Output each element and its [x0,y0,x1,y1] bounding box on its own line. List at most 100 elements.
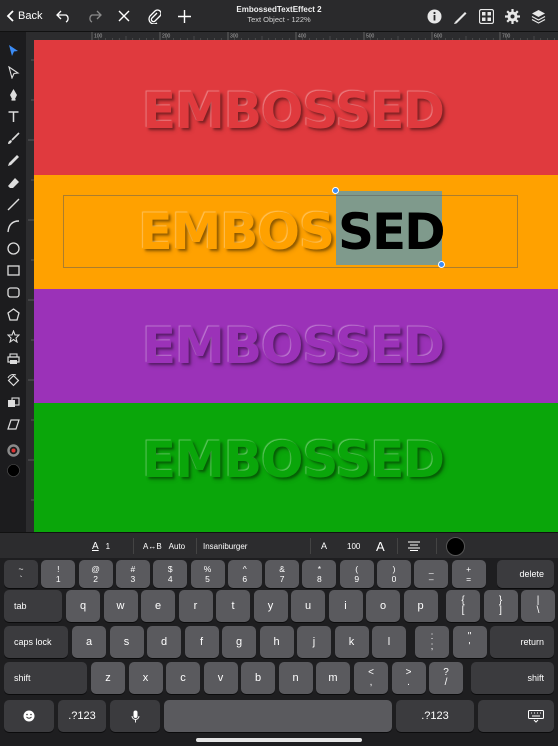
rounded-rectangle-icon[interactable] [5,284,21,300]
undo-icon[interactable] [56,8,72,24]
key-x[interactable]: x [128,662,163,694]
grid-icon[interactable] [478,8,494,24]
key-9[interactable]: (9 [339,560,374,588]
key-,[interactable]: <, [354,662,388,694]
star-icon[interactable] [5,328,21,344]
gear-icon[interactable] [504,8,520,24]
font-size-field[interactable]: 100 [347,533,360,559]
plus-icon[interactable] [176,8,192,24]
ellipse-icon[interactable] [5,240,21,256]
caps-lock-key[interactable]: caps lock [4,626,68,658]
key-m[interactable]: m [316,662,350,694]
key-v[interactable]: v [203,662,238,694]
key-`[interactable]: ~ ` [4,560,38,588]
key-.[interactable]: >. [391,662,426,694]
layers-icon[interactable] [530,8,546,24]
key-;[interactable]: :; [415,626,449,658]
key-b[interactable]: b [241,662,275,694]
delete-key[interactable]: delete [497,560,554,588]
numbers-key-left[interactable]: .?123 [58,700,106,732]
key-e[interactable]: e [141,590,175,622]
key-f[interactable]: f [184,626,219,658]
key-'[interactable]: " ' [452,626,487,658]
key-y[interactable]: y [253,590,288,622]
key-8[interactable]: * 8 [302,560,337,588]
key-w[interactable]: w [103,590,138,622]
key-g[interactable]: g [222,626,256,658]
key-4[interactable]: $4 [153,560,188,588]
canvas-band-orange[interactable]: EMBOS SED [34,175,558,289]
key-7[interactable]: & 7 [265,560,300,588]
alignment-button[interactable] [407,533,421,559]
canvas-band-purple[interactable]: EMBOSSED [34,289,558,403]
skew-icon[interactable] [5,416,21,432]
key-l[interactable]: l [372,626,406,658]
key-[[interactable]: {[ [446,590,480,622]
line-icon[interactable] [5,196,21,212]
select-arrow-icon[interactable] [5,42,21,58]
increase-font-size-button[interactable]: A [376,533,385,559]
canvas-band-green[interactable]: EMBOSSED [34,403,558,532]
key-6[interactable]: ^ 6 [227,560,262,588]
info-icon[interactable] [426,8,442,24]
key-p[interactable]: p [403,590,438,622]
key-5[interactable]: % 5 [190,560,225,588]
kerning-control[interactable]: A↔B Auto [143,533,185,559]
key-h[interactable]: h [259,626,294,658]
back-button[interactable]: Back [6,10,42,22]
key-s[interactable]: s [109,626,144,658]
key-u[interactable]: u [291,590,325,622]
left-shift-key[interactable]: shift [4,662,87,694]
key-2[interactable]: @2 [78,560,113,588]
transform-icon[interactable] [5,372,21,388]
key-/[interactable]: ? / [429,662,463,694]
embossed-text-red[interactable]: EMBOSSED [34,82,445,140]
paperclip-icon[interactable] [146,8,162,24]
key-\[interactable]: | \ [521,590,555,622]
key-o[interactable]: o [366,590,400,622]
key-q[interactable]: q [66,590,100,622]
rectangle-icon[interactable] [5,262,21,278]
space-bar[interactable] [164,700,392,732]
mask-icon[interactable] [5,394,21,410]
baseline-control[interactable]: A 1 [92,533,110,559]
selection-end-handle[interactable] [438,261,445,268]
key-1[interactable]: ! 1 [41,560,76,588]
key-0[interactable]: ) 0 [377,560,411,588]
curve-icon[interactable] [5,218,21,234]
key-t[interactable]: t [216,590,250,622]
return-key[interactable]: return [490,626,554,658]
pen-icon[interactable] [5,86,21,102]
document-canvas[interactable]: EMBOSSED EMBOS SED EMBOSSED EMBOSSED [34,40,558,532]
embossed-text-purple[interactable]: EMBOSSED [34,317,445,375]
key-r[interactable]: r [178,590,213,622]
numbers-key-right[interactable]: .?123 [396,700,474,732]
pencil-ruler-icon[interactable] [452,8,468,24]
key-–[interactable]: _ – [414,560,449,588]
text-color-button[interactable] [446,533,465,559]
key-i[interactable]: i [328,590,363,622]
vertical-ruler[interactable] [26,40,34,532]
tab-key[interactable]: tab [4,590,62,622]
hide-keyboard-key[interactable] [478,700,554,732]
redo-icon[interactable] [86,8,103,24]
selection-start-handle[interactable] [332,187,339,194]
canvas-band-red[interactable]: EMBOSSED [34,40,558,175]
key-z[interactable]: z [91,662,125,694]
text-icon[interactable] [5,108,21,124]
polygon-icon[interactable] [5,306,21,322]
key-j[interactable]: j [297,626,331,658]
right-shift-key[interactable]: shift [471,662,554,694]
key-n[interactable]: n [278,662,313,694]
key-k[interactable]: k [334,626,369,658]
direct-select-icon[interactable] [5,64,21,80]
embossed-text-green[interactable]: EMBOSSED [34,431,445,489]
key-c[interactable]: c [166,662,200,694]
key-d[interactable]: d [147,626,181,658]
emoji-key[interactable] [4,700,54,732]
horizontal-ruler[interactable]: 100 200 300 400 500 600 700 [34,32,558,40]
key-a[interactable]: a [72,626,106,658]
key-=[interactable]: + = [451,560,486,588]
eraser-icon[interactable] [5,174,21,190]
dictation-key[interactable] [110,700,160,732]
